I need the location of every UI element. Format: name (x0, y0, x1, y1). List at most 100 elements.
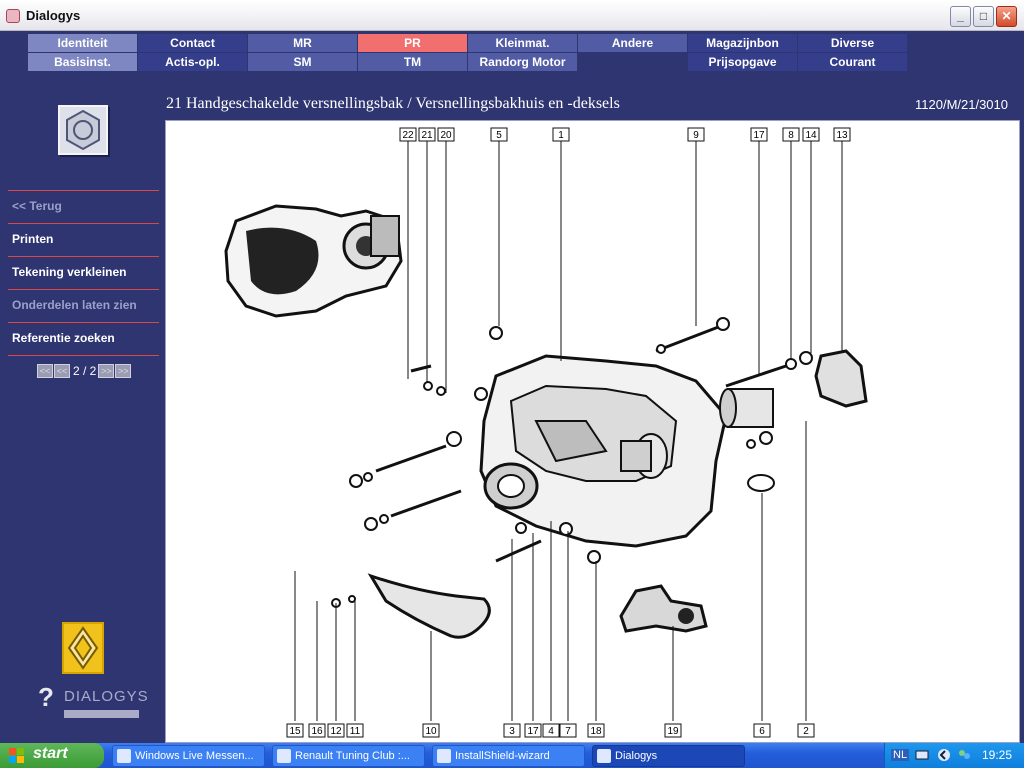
network-users-icon[interactable] (957, 748, 971, 762)
callout-11: 11 (350, 726, 361, 737)
window-title: Dialogys (26, 8, 81, 23)
callout-22: 22 (402, 130, 414, 141)
callout-8: 8 (788, 130, 794, 141)
sleeve-part (719, 388, 774, 428)
cap-part (814, 349, 868, 408)
menu-pr[interactable]: PR (358, 34, 468, 52)
task-installshield-wizard[interactable]: InstallShield-wizard (432, 745, 585, 767)
menu-courant[interactable]: Courant (798, 53, 908, 71)
menu-actis-opl[interactable]: Actis-opl. (138, 53, 248, 71)
sidebar-divider (8, 355, 159, 356)
taskbar: start Windows Live Messen... Renault Tun… (0, 743, 1024, 768)
sidebar: << Terug Printen Tekening verkleinen Ond… (0, 77, 165, 743)
callout-14: 14 (805, 130, 817, 141)
page-title: 21 Handgeschakelde versnellingsbak / Ver… (166, 95, 620, 112)
task-windows-live-messenger[interactable]: Windows Live Messen... (112, 745, 265, 767)
task-label: Windows Live Messen... (135, 750, 254, 762)
task-renault-tuning-club[interactable]: Renault Tuning Club :... (272, 745, 425, 767)
task-label: Renault Tuning Club :... (295, 750, 410, 762)
sidebar-item-referentie-zoeken[interactable]: Referentie zoeken (8, 322, 159, 355)
callout-13: 13 (836, 130, 848, 141)
callout-9: 9 (693, 130, 699, 141)
menu-empty-slot (578, 53, 688, 71)
callout-7: 7 (565, 726, 571, 737)
page-pager: << << 2 / 2 >> >> (37, 363, 132, 379)
menu-row-1: Identiteit Contact MR PR Kleinmat. Ander… (28, 34, 928, 52)
minimize-button[interactable]: _ (950, 6, 971, 27)
gearbox-thumbnail (224, 204, 403, 318)
gearbox-housing (479, 354, 728, 548)
browser-icon (277, 749, 291, 763)
chevron-left-icon[interactable] (937, 748, 951, 762)
callout-17-bottom: 17 (527, 726, 539, 737)
brand-underline (64, 710, 139, 718)
system-tray: NL 19:25 (884, 743, 1024, 768)
bottom-cover (367, 573, 491, 639)
help-question-icon: ? (38, 682, 54, 712)
exploded-view-drawing[interactable]: 22 21 20 5 1 9 17 8 14 13 15 16 12 11 10… (165, 120, 1020, 743)
menu-prijsopgave[interactable]: Prijsopgave (688, 53, 798, 71)
menu-magazijnbon[interactable]: Magazijnbon (688, 34, 798, 52)
hex-bolt-icon (58, 105, 108, 155)
app-frame: Identiteit Contact MR PR Kleinmat. Ander… (0, 31, 1024, 743)
main-menu: Identiteit Contact MR PR Kleinmat. Ander… (28, 34, 928, 72)
dialogys-app-icon (6, 9, 20, 23)
menu-sm[interactable]: SM (248, 53, 358, 71)
menu-andere[interactable]: Andere (578, 34, 688, 52)
sidebar-item-terug[interactable]: << Terug (8, 190, 159, 223)
callout-2: 2 (803, 726, 809, 737)
maximize-button[interactable]: □ (973, 6, 994, 27)
shift-lever (619, 584, 708, 633)
menu-tm[interactable]: TM (358, 53, 468, 71)
menu-kleinmat[interactable]: Kleinmat. (468, 34, 578, 52)
menu-identiteit[interactable]: Identiteit (28, 34, 138, 52)
callout-12: 12 (330, 726, 342, 737)
first-page-button[interactable]: << (37, 364, 53, 378)
callout-17-top: 17 (753, 130, 765, 141)
prev-page-button[interactable]: << (54, 364, 70, 378)
bottom-callouts: 15 16 12 11 10 3 17 4 7 18 19 6 2 (286, 723, 815, 738)
renault-logo-icon (62, 622, 104, 674)
menu-mr[interactable]: MR (248, 34, 358, 52)
messenger-icon (117, 749, 131, 763)
next-page-button[interactable]: >> (98, 364, 115, 378)
page-reference-code: 1120/M/21/3010 (915, 97, 1008, 112)
task-label: Dialogys (615, 750, 658, 762)
dialogys-brand: DIALOGYS (64, 688, 149, 705)
callout-16: 16 (311, 726, 323, 737)
callout-15: 15 (289, 726, 301, 737)
menu-basisinst[interactable]: Basisinst. (28, 53, 138, 71)
keyboard-icon[interactable] (915, 748, 929, 762)
callout-10: 10 (425, 726, 437, 737)
task-label: InstallShield-wizard (455, 750, 550, 762)
callout-20: 20 (440, 130, 452, 141)
callout-19: 19 (667, 726, 679, 737)
clock: 19:25 (982, 748, 1013, 762)
sidebar-item-tekening-verkleinen[interactable]: Tekening verkleinen (8, 256, 159, 289)
windows-flag-icon (9, 748, 24, 763)
menu-row-2: Basisinst. Actis-opl. SM TM Randorg Moto… (28, 53, 928, 71)
callout-5: 5 (496, 130, 502, 141)
callout-3: 3 (509, 726, 515, 737)
menu-diverse[interactable]: Diverse (798, 34, 908, 52)
last-page-button[interactable]: >> (115, 364, 132, 378)
menu-randorg-motor[interactable]: Randorg Motor (468, 53, 578, 71)
callout-6: 6 (759, 726, 765, 737)
callout-21: 21 (421, 130, 433, 141)
callout-18: 18 (590, 726, 602, 737)
menu-contact[interactable]: Contact (138, 34, 248, 52)
sidebar-item-printen[interactable]: Printen (8, 223, 159, 256)
language-indicator[interactable]: NL (891, 749, 910, 761)
gearbox-exploded-diagram: 22 21 20 5 1 9 17 8 14 13 15 16 12 11 10… (224, 127, 868, 738)
start-label: start (33, 745, 68, 762)
top-callouts: 22 21 20 5 1 9 17 8 14 13 (399, 127, 851, 142)
close-button[interactable]: ✕ (996, 6, 1017, 27)
sidebar-item-onderdelen-laten-zien[interactable]: Onderdelen laten zien (8, 289, 159, 322)
callout-1: 1 (558, 130, 564, 141)
task-dialogys[interactable]: Dialogys (592, 745, 745, 767)
sidebar-nav: << Terug Printen Tekening verkleinen Ond… (8, 190, 159, 356)
start-button[interactable]: start (0, 743, 104, 768)
pager-text: 2 / 2 (73, 364, 97, 378)
callout-4: 4 (548, 726, 554, 737)
window-titlebar: Dialogys _ □ ✕ (0, 0, 1024, 31)
